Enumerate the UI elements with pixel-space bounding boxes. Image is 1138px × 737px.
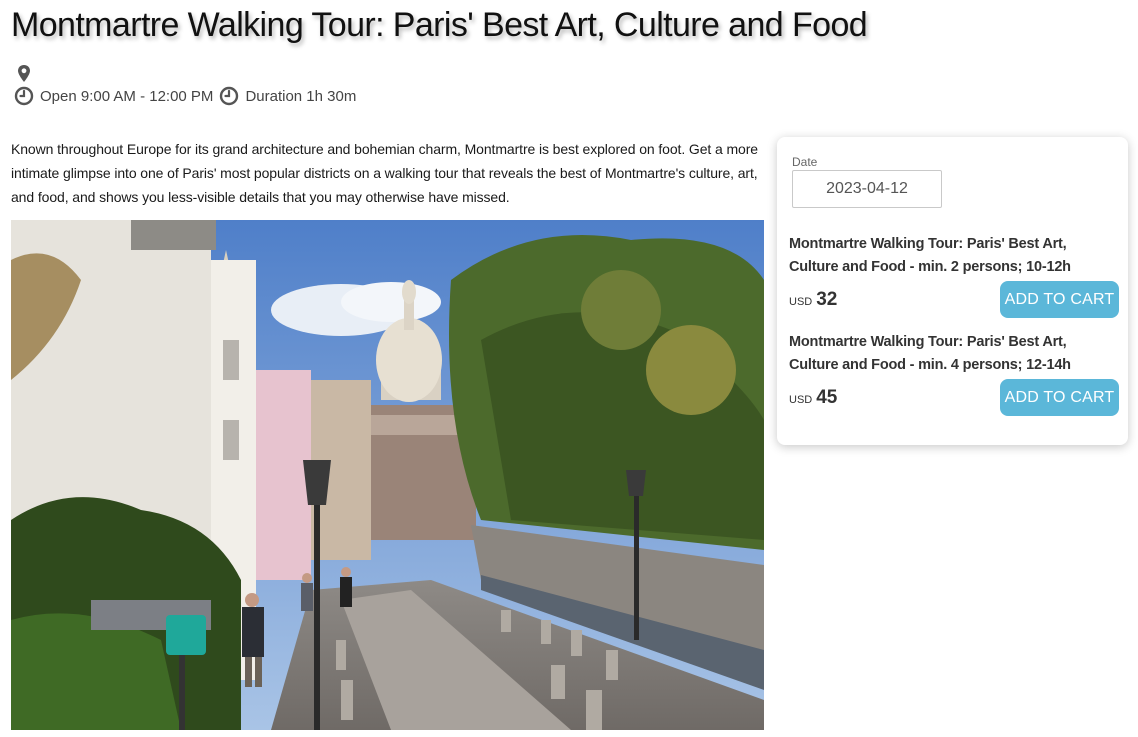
clock-icon bbox=[14, 86, 34, 106]
tour-description: Known throughout Europe for its grand ar… bbox=[11, 141, 758, 205]
page-title: Montmartre Walking Tour: Paris' Best Art… bbox=[11, 6, 868, 44]
booking-card: Date Montmartre Walking Tour: Paris' Bes… bbox=[777, 137, 1128, 445]
offer-item: Montmartre Walking Tour: Paris' Best Art… bbox=[789, 233, 1119, 318]
date-label: Date bbox=[792, 155, 818, 169]
date-input[interactable] bbox=[792, 170, 942, 208]
street-photo bbox=[11, 220, 764, 730]
clock-icon bbox=[219, 86, 239, 106]
offer-price: USD 32 bbox=[789, 289, 837, 311]
offer-item: Montmartre Walking Tour: Paris' Best Art… bbox=[789, 331, 1119, 416]
offer-title: Montmartre Walking Tour: Paris' Best Art… bbox=[789, 236, 1071, 275]
opening-hours: Open 9:00 AM - 12:00 PM bbox=[40, 87, 214, 105]
offer-title: Montmartre Walking Tour: Paris' Best Art… bbox=[789, 334, 1071, 373]
price-currency: USD bbox=[789, 295, 813, 308]
offer-row: USD 45 ADD TO CART bbox=[789, 379, 1119, 416]
price-amount: 32 bbox=[816, 288, 838, 310]
add-to-cart-button[interactable]: ADD TO CART bbox=[1000, 281, 1119, 318]
price-currency: USD bbox=[789, 393, 813, 406]
offer-price: USD 45 bbox=[789, 387, 837, 409]
price-amount: 45 bbox=[816, 386, 838, 408]
map-pin-icon bbox=[16, 64, 32, 84]
tour-duration: Duration 1h 30m bbox=[245, 87, 357, 105]
offer-row: USD 32 ADD TO CART bbox=[789, 281, 1119, 318]
tour-meta: Open 9:00 AM - 12:00 PM Duration 1h 30m bbox=[14, 86, 356, 106]
add-to-cart-button[interactable]: ADD TO CART bbox=[1000, 379, 1119, 416]
